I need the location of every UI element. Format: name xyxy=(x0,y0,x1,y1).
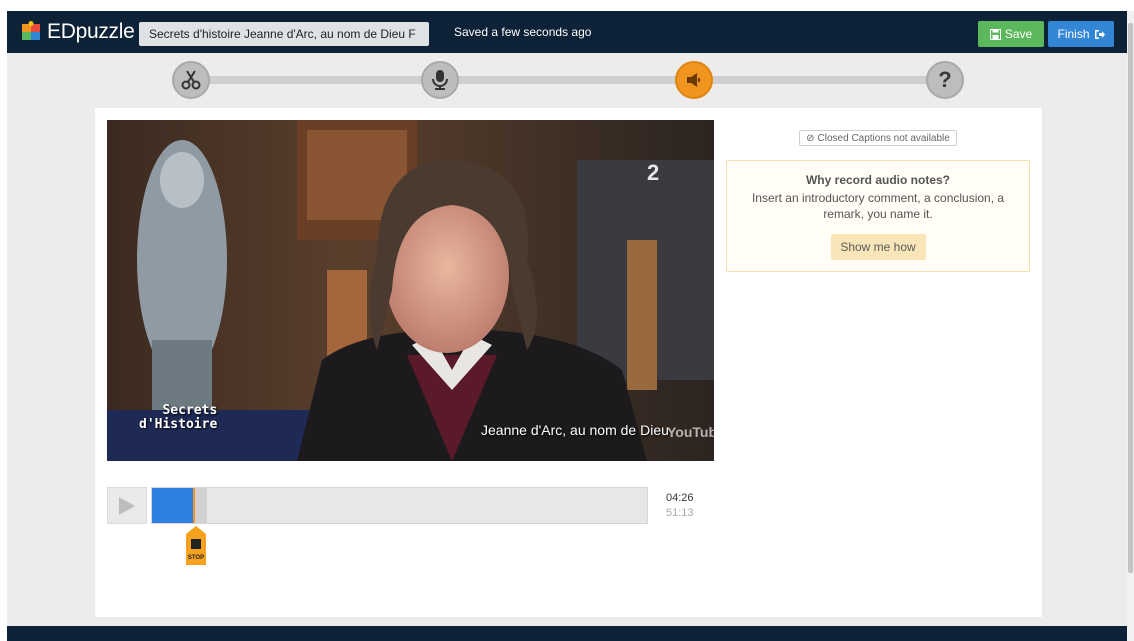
page-scrollbar[interactable] xyxy=(1127,11,1134,641)
steps-track xyxy=(192,76,944,84)
closed-captions-label: Closed Captions not available xyxy=(817,132,950,144)
play-icon xyxy=(119,496,135,515)
stop-square-icon xyxy=(191,539,201,549)
microphone-icon xyxy=(432,70,448,90)
youtube-watermark[interactable]: YouTube xyxy=(667,424,714,440)
save-status-text: Saved a few seconds ago xyxy=(454,25,592,39)
save-button-label: Save xyxy=(1004,27,1033,41)
audio-notes-tip: Why record audio notes? Insert an introd… xyxy=(726,160,1030,272)
question-icon: ? xyxy=(938,67,952,92)
step-audio-notes[interactable] xyxy=(675,61,713,99)
video-timeline[interactable] xyxy=(151,487,648,524)
timeline-playhead[interactable] xyxy=(193,488,195,523)
total-time: 51:13 xyxy=(666,507,694,519)
edpuzzle-logo[interactable]: EDpuzzle xyxy=(19,19,135,45)
app-name: EDpuzzle xyxy=(47,20,135,43)
save-button[interactable]: Save xyxy=(978,21,1044,47)
closed-captions-badge: ⊘ Closed Captions not available xyxy=(799,130,957,146)
timeline-recorded-segment xyxy=(194,488,207,523)
finish-button-label: Finish xyxy=(1057,27,1090,41)
finish-button[interactable]: Finish xyxy=(1048,21,1114,47)
episode-subtitle-overlay: Jeanne d'Arc, au nom de Dieu xyxy=(481,422,669,438)
video-title-input[interactable]: Secrets d'histoire Jeanne d'Arc, au nom … xyxy=(139,22,429,46)
current-time: 04:26 xyxy=(666,492,694,504)
video-player[interactable]: 2 Secrets d'Histoire Jeanne d'Arc, au no… xyxy=(107,120,714,461)
scissors-icon xyxy=(181,70,201,90)
show-title-overlay: Secrets d'Histoire xyxy=(139,403,218,432)
tip-description: Insert an introductory comment, a conclu… xyxy=(751,191,1005,221)
top-navbar: EDpuzzle Secrets d'histoire Jeanne d'Arc… xyxy=(7,11,1127,53)
step-quiz[interactable]: ? xyxy=(926,61,964,99)
stop-label: STOP xyxy=(187,555,205,561)
scrollbar-thumb[interactable] xyxy=(1128,23,1133,573)
speaker-icon xyxy=(687,73,700,87)
bottom-bar xyxy=(7,626,1127,641)
tip-heading: Why record audio notes? xyxy=(805,173,950,187)
step-voiceover[interactable] xyxy=(421,61,459,99)
timeline-progress xyxy=(152,488,194,523)
channel-logo: 2 xyxy=(647,160,659,185)
stop-recording-marker[interactable]: STOP xyxy=(180,524,212,566)
no-captions-icon: ⊘ xyxy=(806,132,815,144)
sign-out-icon xyxy=(1094,29,1105,39)
play-button[interactable] xyxy=(107,487,147,524)
show-me-how-button[interactable]: Show me how xyxy=(830,234,926,260)
step-cut[interactable] xyxy=(172,61,210,99)
puzzle-logo-icon xyxy=(22,21,40,40)
floppy-disk-icon xyxy=(989,28,1001,40)
